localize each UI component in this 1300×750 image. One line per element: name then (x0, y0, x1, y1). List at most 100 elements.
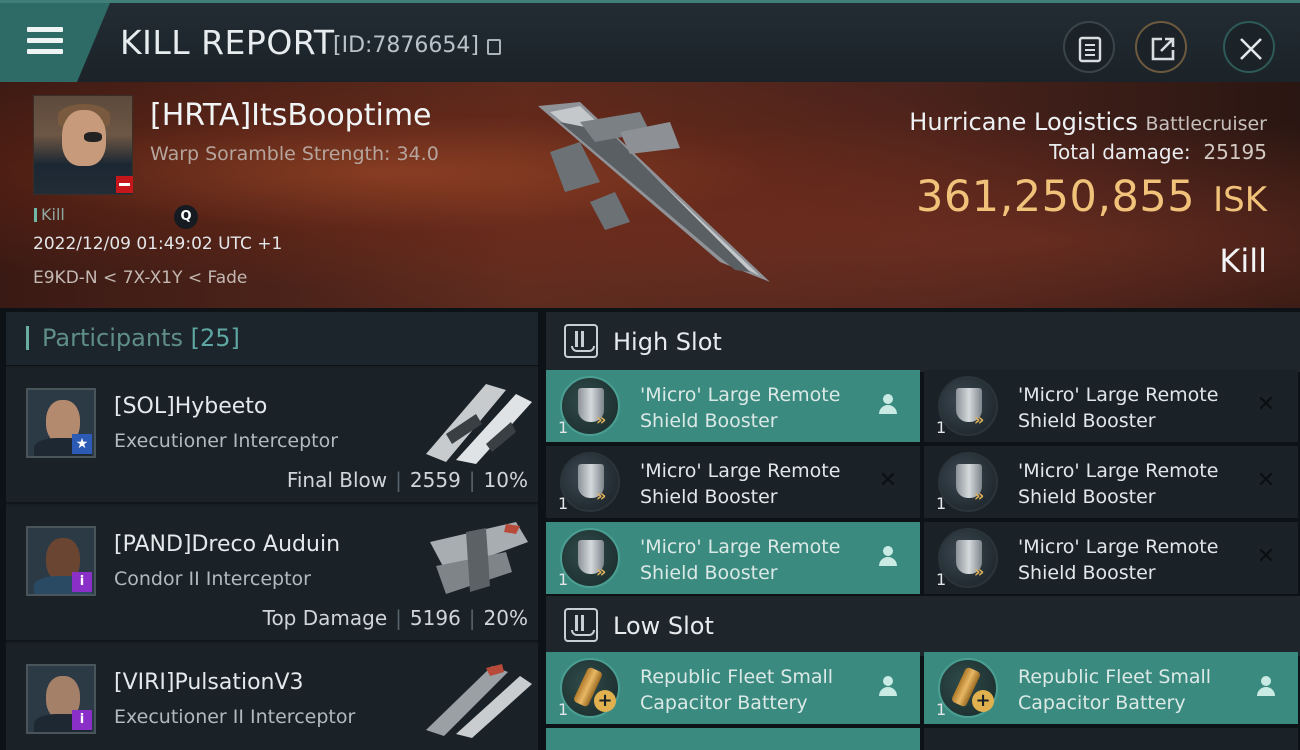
shield-booster-icon: » (938, 528, 998, 588)
info-badge-icon: i (72, 710, 92, 730)
module-item[interactable]: » 1 'Micro' Large Remote Shield Booster (546, 522, 920, 594)
close-button[interactable] (1223, 21, 1275, 73)
participant-ship: Executioner II Interceptor (114, 706, 356, 728)
chevron-icon: » (596, 486, 607, 505)
module-qty: 1 (936, 700, 947, 719)
clipboard-button[interactable] (1063, 21, 1115, 73)
close-icon (1240, 38, 1262, 60)
avatar-eyepatch (84, 132, 102, 142)
module-name: 'Micro' Large Remote Shield Booster (640, 536, 841, 584)
module-qty: 1 (936, 418, 947, 437)
participant-stats: Top Damage | 5196 | 20% (263, 606, 528, 630)
module-qty: 1 (936, 494, 947, 513)
clipboard-icon (1078, 36, 1102, 63)
slot-icon (564, 608, 598, 642)
chevron-icon: » (596, 410, 607, 429)
menu-button[interactable] (0, 3, 110, 82)
shield-booster-icon: » (560, 528, 620, 588)
high-slot-header: High Slot (546, 312, 1300, 372)
person-body (879, 405, 897, 414)
hostile-badge-icon (116, 176, 133, 193)
participant-role: Final Blow (286, 468, 388, 492)
participant-ship: Executioner Interceptor (114, 430, 339, 452)
participant-role: Top Damage (262, 606, 388, 630)
top-bar: KILL REPORT [ID:7876654] (0, 0, 1300, 82)
module-item[interactable]: » 1 'Micro' Large Remote Shield Booster … (924, 446, 1298, 518)
participants-header[interactable]: Participants [25] (6, 312, 538, 366)
person-icon (878, 546, 898, 568)
chevron-icon: » (974, 562, 985, 581)
participants-count: [25] (190, 324, 240, 352)
module-item[interactable]: » 1 'Micro' Large Remote Shield Booster (546, 370, 920, 442)
isk-unit: ISK (1213, 180, 1267, 220)
high-slot-title: High Slot (613, 328, 722, 356)
participant-stats: Final Blow | 2559 | 10% (287, 468, 528, 492)
participant-name: [VIRI]PulsationV3 (114, 670, 304, 695)
hamburger-icon (27, 27, 63, 32)
page-title: KILL REPORT (120, 23, 335, 62)
hamburger-icon-bar (27, 38, 63, 43)
divider: | (395, 606, 402, 630)
participant-percent: 20% (483, 606, 528, 630)
module-qty: 1 (936, 570, 947, 589)
slot-icon (564, 324, 598, 358)
copy-icon[interactable] (487, 39, 501, 55)
module-name: Republic Fleet Small Capacitor Battery (1018, 666, 1212, 714)
hamburger-icon-bar (27, 49, 63, 54)
kill-datetime: 2022/12/09 01:49:02 UTC +1 (33, 234, 283, 254)
participant-ship-image (426, 664, 532, 738)
person-icon (878, 676, 898, 698)
module-item[interactable]: » 1 'Micro' Large Remote Shield Booster … (546, 446, 920, 518)
person-body (879, 557, 897, 566)
participant-row[interactable]: i [VIRI]PulsationV3 Executioner II Inter… (6, 644, 538, 750)
participant-row[interactable]: i [PAND]Dreco Auduin Condor II Intercept… (6, 506, 538, 642)
participant-row[interactable]: ★ [SOL]Hybeeto Executioner Interceptor F… (6, 368, 538, 504)
person-icon (878, 394, 898, 416)
participant-ship-image (430, 522, 528, 594)
info-badge-icon: i (72, 572, 92, 592)
search-icon[interactable]: Q (174, 205, 198, 229)
divider: | (395, 468, 402, 492)
share-button[interactable] (1135, 21, 1187, 73)
person-body (1257, 687, 1275, 696)
divider: | (468, 606, 476, 630)
star-badge-icon: ★ (72, 434, 92, 454)
module-item-partial[interactable] (924, 728, 1298, 750)
victim-ship-image (538, 102, 770, 282)
person-head (883, 546, 893, 556)
module-qty: 1 (558, 418, 569, 437)
kill-location[interactable]: E9KD-N < 7X-X1Y < Fade (33, 268, 247, 288)
chevron-icon: » (974, 486, 985, 505)
participants-label-text: Participants (42, 324, 183, 352)
ship-name: Hurricane Logistics (909, 108, 1138, 136)
x-icon: ✕ (1256, 468, 1276, 493)
module-item[interactable]: + 1 Republic Fleet Small Capacitor Batte… (924, 652, 1298, 724)
report-id: [ID:7876654] (333, 33, 479, 58)
module-item[interactable]: » 1 'Micro' Large Remote Shield Booster … (924, 522, 1298, 594)
share-icon (1151, 37, 1175, 61)
module-name: 'Micro' Large Remote Shield Booster (1018, 460, 1219, 508)
person-head (1261, 676, 1271, 686)
participants-accent (26, 326, 29, 350)
chevron-icon: » (596, 562, 607, 581)
isk-amount: 361,250,855 (916, 172, 1196, 222)
shield-booster-icon: » (560, 376, 620, 436)
plus-icon: + (972, 690, 994, 712)
module-item-partial[interactable] (546, 728, 920, 750)
person-body (879, 687, 897, 696)
total-damage-value: 25195 (1203, 140, 1267, 164)
module-item[interactable]: + 1 Republic Fleet Small Capacitor Batte… (546, 652, 920, 724)
module-item[interactable]: » 1 'Micro' Large Remote Shield Booster … (924, 370, 1298, 442)
person-head (883, 394, 893, 404)
x-icon: ✕ (878, 468, 898, 493)
participant-ship-image (426, 384, 532, 464)
victim-ship[interactable]: Hurricane Logistics Battlecruiser (909, 108, 1267, 136)
module-name: 'Micro' Large Remote Shield Booster (640, 384, 841, 432)
participants-label: Participants [25] (42, 324, 240, 352)
capacitor-battery-icon: + (560, 658, 620, 718)
victim-name[interactable]: [HRTA]ItsBooptime (150, 98, 432, 133)
total-damage: Total damage: 25195 (1049, 140, 1267, 164)
total-damage-label: Total damage: (1049, 140, 1191, 164)
x-icon: ✕ (1256, 392, 1276, 417)
participant-percent: 10% (483, 468, 528, 492)
